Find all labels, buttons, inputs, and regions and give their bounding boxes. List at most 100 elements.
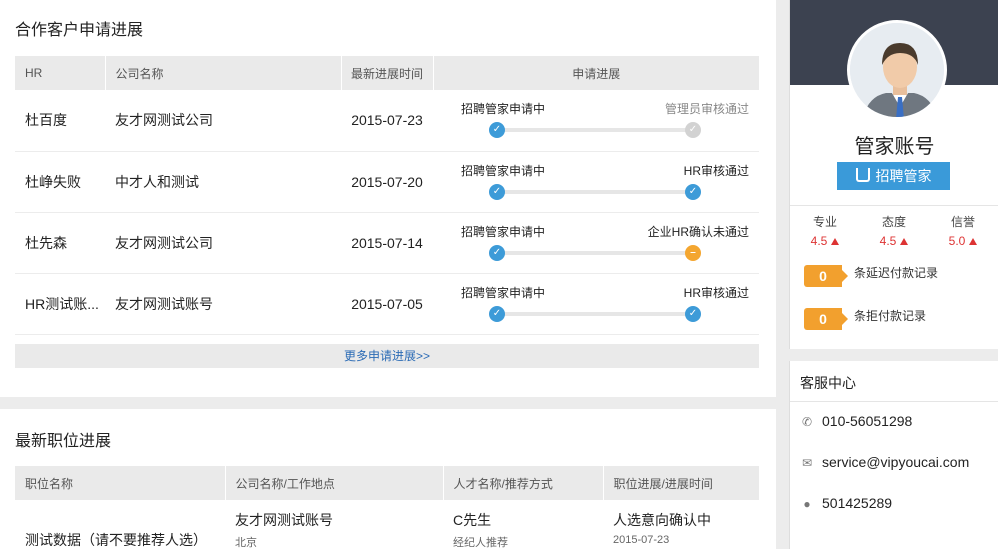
mail-icon: ✉ [801,456,813,470]
talent-cell: C先生 经纪人推荐 [443,500,603,549]
rating-professional: 专业 4.5 [795,213,855,248]
step-end-label: HR审核通过 [683,163,749,178]
service-qq[interactable]: ● 501425289 [800,495,892,511]
profile-card: 管家账号 招聘管家 专业 4.5 态度 4.5 信誉 5.0 0 条延迟付款记录 … [789,0,998,349]
progress-line [497,250,695,255]
rating-attitude: 态度 4.5 [864,213,924,248]
phone-icon: ✆ [801,415,813,429]
service-center-title: 客服中心 [800,375,856,391]
col-hr: HR [15,56,106,90]
service-center-panel: 客服中心 ✆ 010-56051298 ✉ service@vipyoucai.co… [789,361,998,549]
check-icon: ✓ [489,244,505,261]
more-progress-link[interactable]: 更多申请进展>> [15,344,759,368]
company-name: 友才网测试公司 [105,90,341,152]
step-end-label: HR审核通过 [683,285,749,300]
progress-date: 2015-07-23 [341,90,433,152]
job-name-cell: 测试数据（请不要推荐人选） [15,500,225,549]
table-row[interactable]: 杜峥失败 中才人和测试 2015-07-20 招聘管家申请中 HR审核通过 ✓ … [15,151,759,213]
rating-label: 信誉 [950,215,975,229]
status-cell: 人选意向确认中 2015-07-23 [603,500,759,549]
col-progress: 申请进展 [433,56,759,90]
recruit-manager-label: 招聘管家 [875,168,932,184]
step-start-label: 招聘管家申请中 [461,224,546,239]
rating-reputation: 信誉 5.0 [933,213,993,248]
arrow-up-icon [831,238,840,245]
qq-number: 501425289 [822,495,893,511]
service-phone[interactable]: ✆ 010-56051298 [800,413,912,429]
col-job-name: 职位名称 [15,466,226,500]
phone-number: 010-56051298 [822,413,913,429]
partner-progress-panel: 合作客户申请进展 HR 公司名称 最新进展时间 申请进展 杜百度 友才网测试公司… [0,0,776,397]
table-row[interactable]: 杜百度 友才网测试公司 2015-07-23 招聘管家申请中 管理员审核通过 ✓… [15,90,759,152]
table-row[interactable]: 测试数据（请不要推荐人选） 友才网测试账号 北京 C先生 经纪人推荐 人选意向确… [15,500,759,549]
talent-name: C先生 [453,512,492,528]
table-header: 职位名称 公司名称/工作地点 人才名称/推荐方式 职位进展/进展时间 [15,466,759,500]
work-location: 北京 [235,537,257,549]
hr-name: 杜峥失败 [15,151,105,213]
rating-value: 4.5 [810,234,828,248]
job-progress-panel: 最新职位进展 职位名称 公司名称/工作地点 人才名称/推荐方式 职位进展/进展时… [0,409,776,549]
col-company-location: 公司名称/工作地点 [225,466,444,500]
table-header: HR 公司名称 最新进展时间 申请进展 [15,56,759,90]
progress-track: 招聘管家申请中 企业HR确认未通过 ✓ – [433,212,759,274]
progress-track: 招聘管家申请中 HR审核通过 ✓ ✓ [433,273,759,335]
recruit-manager-button[interactable]: 招聘管家 [837,162,950,190]
arrow-up-icon [969,238,978,245]
job-progress-table: 职位名称 公司名称/工作地点 人才名称/推荐方式 职位进展/进展时间 测试数据（… [15,466,759,549]
account-name: 管家账号 [854,136,935,158]
company-name: 友才网测试公司 [105,212,341,274]
col-status-time: 职位进展/进展时间 [603,466,759,500]
rating-label: 专业 [812,215,837,229]
email-address: service@vipyoucai.com [822,454,970,470]
status-time: 2015-07-23 [613,534,670,546]
table-row[interactable]: 杜先森 友才网测试公司 2015-07-14 招聘管家申请中 企业HR确认未通过… [15,212,759,274]
company-name: 友才网测试账号 [105,273,341,335]
rating-value: 4.5 [879,234,897,248]
delay-payment-record[interactable]: 0 条延迟付款记录 [804,264,939,287]
record-label: 条拒付款记录 [854,309,927,323]
rating-value: 5.0 [948,234,966,248]
company-name: 友才网测试账号 [235,512,333,528]
company-name: 中才人和测试 [105,151,341,213]
check-icon: ✓ [489,122,505,139]
refused-payment-record[interactable]: 0 条拒付款记录 [804,307,927,330]
divider [790,205,998,206]
check-icon: ✓ [685,305,701,322]
record-count: 0 [804,265,848,287]
check-icon: ✓ [489,183,505,200]
minus-icon: – [685,244,701,261]
step-end-label: 企业HR确认未通过 [647,224,749,239]
check-icon: ✓ [489,305,505,322]
progress-line [497,189,695,194]
progress-date: 2015-07-14 [341,212,433,274]
progress-track: 招聘管家申请中 HR审核通过 ✓ ✓ [433,151,759,213]
check-icon: ✓ [685,122,701,139]
company-location-cell: 友才网测试账号 北京 [225,500,443,549]
table-row[interactable]: HR测试账... 友才网测试账号 2015-07-05 招聘管家申请中 HR审核… [15,273,759,335]
progress-date: 2015-07-05 [341,273,433,335]
record-label: 条延迟付款记录 [854,266,939,280]
avatar [847,20,947,120]
record-count: 0 [804,308,848,330]
job-status: 人选意向确认中 [613,512,711,528]
qq-icon: ● [803,497,811,511]
check-icon: ✓ [685,183,701,200]
col-company: 公司名称 [105,56,342,90]
rating-label: 态度 [881,215,906,229]
col-talent-method: 人才名称/推荐方式 [443,466,604,500]
recommend-method: 经纪人推荐 [453,537,508,549]
service-email[interactable]: ✉ service@vipyoucai.com [800,454,969,470]
step-start-label: 招聘管家申请中 [461,285,546,300]
progress-line [497,311,695,316]
hr-name: HR测试账... [15,273,105,335]
arrow-up-icon [900,238,909,245]
job-name[interactable]: 测试数据（请不要推荐人选） [25,510,225,549]
partner-progress-table: HR 公司名称 最新进展时间 申请进展 杜百度 友才网测试公司 2015-07-… [15,56,759,335]
progress-track: 招聘管家申请中 管理员审核通过 ✓ ✓ [433,90,759,152]
bag-icon [855,168,870,182]
divider [790,401,998,402]
step-start-label: 招聘管家申请中 [461,163,546,178]
step-start-label: 招聘管家申请中 [461,102,546,117]
progress-date: 2015-07-20 [341,151,433,213]
hr-name: 杜先森 [15,212,105,274]
